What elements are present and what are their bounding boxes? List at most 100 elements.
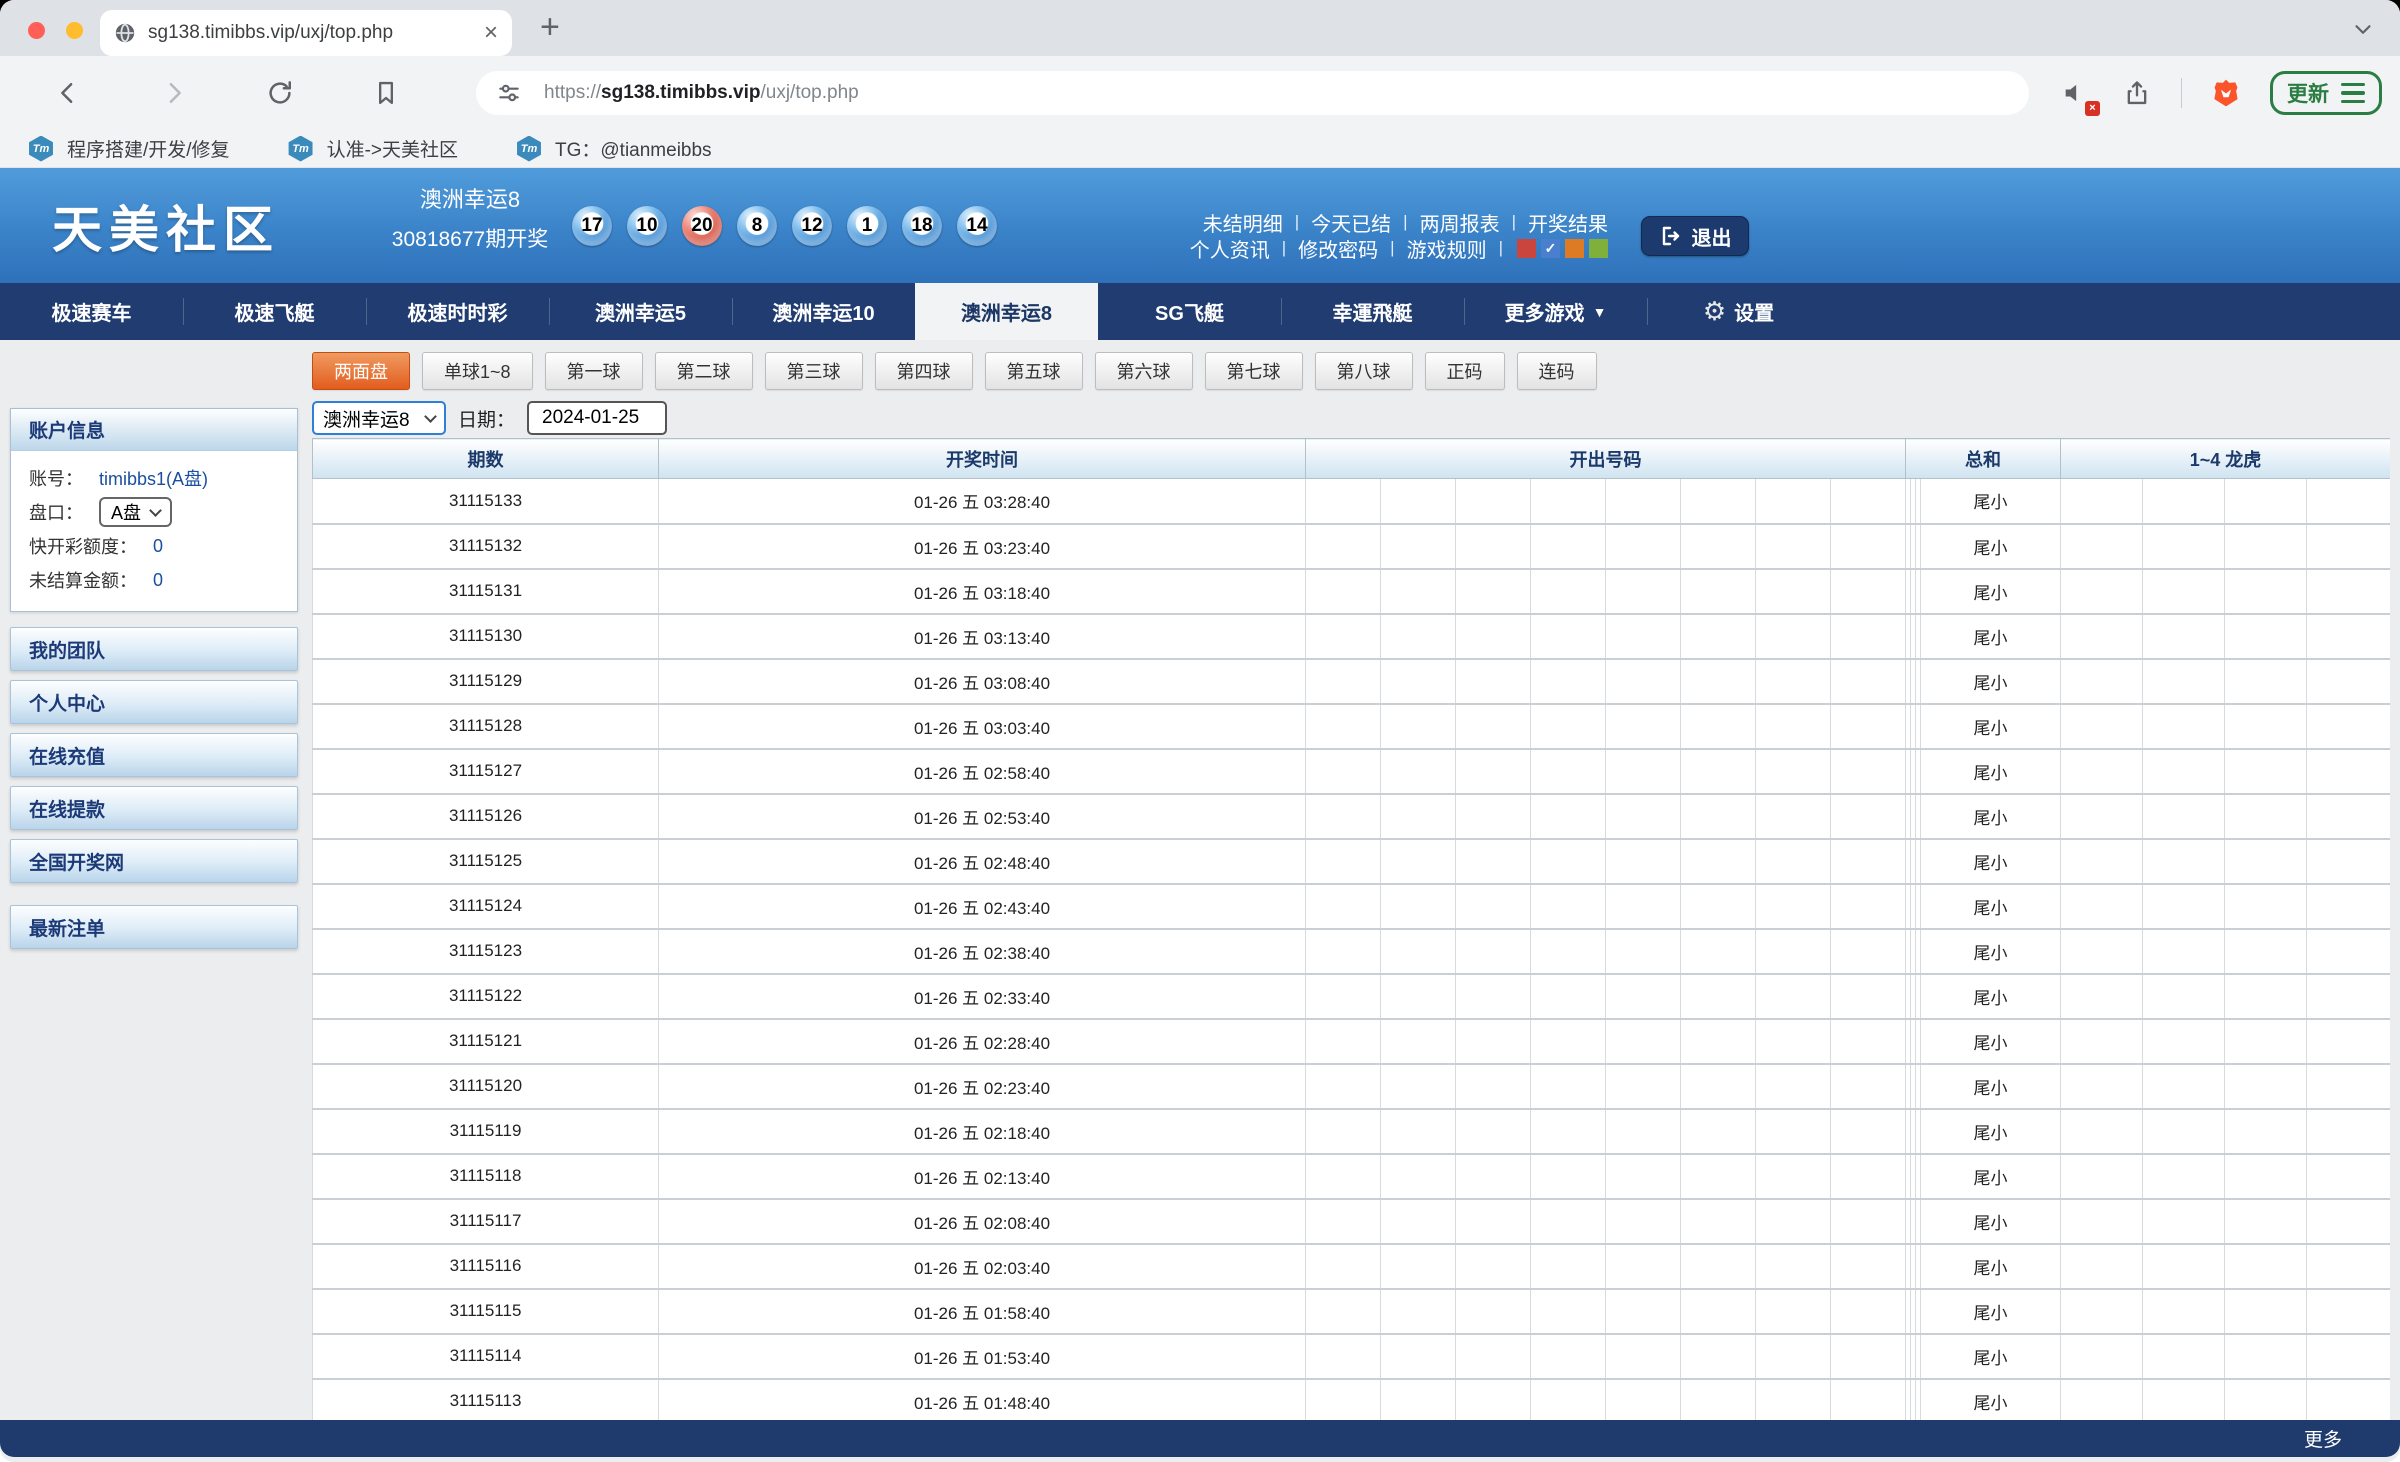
nav-tab-极速飞艇[interactable]: 极速飞艇 (183, 283, 366, 340)
bookmark-item-3[interactable]: TmTG：@tianmeibbs (516, 135, 712, 162)
number-cell (1681, 524, 1756, 569)
header-link-个人资讯[interactable]: 个人资讯 (1190, 234, 1270, 263)
number-cell (1531, 524, 1606, 569)
subnav-tab-正码[interactable]: 正码 (1425, 352, 1505, 390)
sidebar-item-我的团队[interactable]: 我的团队 (10, 627, 298, 671)
number-cell (1456, 1334, 1531, 1379)
nav-tab-澳洲幸运5[interactable]: 澳洲幸运5 (549, 283, 732, 340)
header-link-未结明细[interactable]: 未结明细 (1203, 208, 1283, 237)
subnav-tab-第五球[interactable]: 第五球 (985, 352, 1083, 390)
account-label: 账号： (29, 465, 83, 491)
subnav-tab-第八球[interactable]: 第八球 (1315, 352, 1413, 390)
plate-select[interactable]: A盘 (99, 497, 172, 527)
browser-tab[interactable]: sg138.timibbs.vip/uxj/top.php × (100, 10, 512, 56)
dragon-tiger-cell (2061, 1289, 2143, 1334)
new-tab-button[interactable]: + (540, 8, 560, 47)
tab-close-icon[interactable]: × (484, 21, 498, 45)
nav-tab-澳洲幸运8[interactable]: 澳洲幸运8 (915, 283, 1098, 340)
time-cell: 01-26 五 01:48:40 (659, 1379, 1306, 1423)
theme-color-swatch-3[interactable] (1565, 239, 1584, 258)
theme-color-swatch-4[interactable] (1589, 239, 1608, 258)
dragon-tiger-cell (2225, 479, 2307, 524)
nav-tab-极速时时彩[interactable]: 极速时时彩 (366, 283, 549, 340)
tab-muted-icon[interactable]: × (2057, 75, 2093, 111)
number-cell (1681, 1064, 1756, 1109)
back-button[interactable] (50, 75, 86, 111)
header-link-两周报表[interactable]: 两周报表 (1420, 208, 1500, 237)
header-link-修改密码[interactable]: 修改密码 (1298, 234, 1378, 263)
dragon-tiger-cell (2061, 1199, 2143, 1244)
dragon-tiger-cell (2061, 659, 2143, 704)
plate-row: 盘口： A盘 (29, 495, 297, 529)
brave-shields-icon[interactable] (2208, 75, 2244, 111)
subnav-tab-连码[interactable]: 连码 (1517, 352, 1597, 390)
bookmark-item-2[interactable]: Tm认准->天美社区 (288, 135, 458, 162)
minimize-window-button[interactable] (66, 22, 83, 39)
date-input[interactable]: 2024-01-25 (527, 401, 667, 435)
sidebar-item-在线提款[interactable]: 在线提款 (10, 786, 298, 830)
theme-color-swatch-2[interactable]: ✓ (1541, 239, 1560, 258)
sum-tail-cell: 尾小 (1921, 1199, 2061, 1244)
nav-tab-极速赛车[interactable]: 极速赛车 (0, 283, 183, 340)
number-cell (1306, 1289, 1381, 1334)
number-cell (1831, 1109, 1906, 1154)
sum-tail-cell: 尾小 (1921, 1109, 2061, 1154)
tab-search-chevron-icon[interactable] (2350, 16, 2376, 42)
header-link-今天已结[interactable]: 今天已结 (1311, 208, 1391, 237)
table-controls: 澳洲幸运8 日期： 2024-01-25 (312, 398, 2390, 438)
dragon-tiger-cell (2061, 479, 2143, 524)
nav-tab-设置[interactable]: ⚙设置 (1647, 283, 1830, 340)
col-issue: 期数 (313, 439, 659, 479)
forward-button[interactable] (156, 75, 192, 111)
subnav-tab-第二球[interactable]: 第二球 (655, 352, 753, 390)
subnav-tab-第三球[interactable]: 第三球 (765, 352, 863, 390)
number-cell (1531, 749, 1606, 794)
number-cell (1456, 794, 1531, 839)
number-cell (1831, 1334, 1906, 1379)
sum-tail-cell: 尾小 (1921, 1244, 2061, 1289)
logout-button[interactable]: 退出 (1641, 216, 1749, 256)
sidebar-item-全国开奖网[interactable]: 全国开奖网 (10, 839, 298, 883)
number-cell (1306, 749, 1381, 794)
share-icon[interactable] (2119, 75, 2155, 111)
subnav-tab-两面盘[interactable]: 两面盘 (312, 352, 410, 390)
nav-tab-幸運飛艇[interactable]: 幸運飛艇 (1281, 283, 1464, 340)
sidebar-item-最新注单[interactable]: 最新注单 (10, 905, 298, 949)
number-cell (1456, 1289, 1531, 1334)
number-cell (1756, 1199, 1831, 1244)
header-link-游戏规则[interactable]: 游戏规则 (1407, 234, 1487, 263)
dropdown-arrow-icon: ▼ (1593, 304, 1607, 320)
number-cell (1831, 659, 1906, 704)
footer-more-link[interactable]: 更多 (2304, 1425, 2342, 1452)
number-cell (1756, 1289, 1831, 1334)
reload-button[interactable] (262, 75, 298, 111)
number-cell (1381, 1289, 1456, 1334)
nav-tab-澳洲幸运10[interactable]: 澳洲幸运10 (732, 283, 915, 340)
header-link-开奖结果[interactable]: 开奖结果 (1528, 208, 1608, 237)
subnav-tab-单球1~8[interactable]: 单球1~8 (422, 352, 533, 390)
number-cell (1606, 1334, 1681, 1379)
browser-update-button[interactable]: 更新 (2270, 71, 2382, 115)
dragon-tiger-cell (2143, 884, 2225, 929)
sum-tail-cell: 尾小 (1921, 884, 2061, 929)
subnav-tab-第四球[interactable]: 第四球 (875, 352, 973, 390)
bookmark-item-1[interactable]: Tm程序搭建/开发/修复 (28, 135, 230, 162)
nav-tab-SG飞艇[interactable]: SG飞艇 (1098, 283, 1281, 340)
site-settings-icon[interactable] (496, 80, 522, 106)
subnav-tab-第一球[interactable]: 第一球 (545, 352, 643, 390)
game-select[interactable]: 澳洲幸运8 (312, 401, 446, 435)
subnav-tab-第七球[interactable]: 第七球 (1205, 352, 1303, 390)
sidebar-item-在线充值[interactable]: 在线充值 (10, 733, 298, 777)
bookmark-icon[interactable] (368, 75, 404, 111)
close-window-button[interactable] (28, 22, 45, 39)
theme-color-swatch-1[interactable] (1517, 239, 1536, 258)
url-bar[interactable]: https://sg138.timibbs.vip/uxj/top.php (476, 71, 2029, 115)
subnav-tab-第六球[interactable]: 第六球 (1095, 352, 1193, 390)
number-cell (1531, 614, 1606, 659)
number-cell (1831, 1379, 1906, 1423)
sidebar-item-个人中心[interactable]: 个人中心 (10, 680, 298, 724)
table-row: 3111511601-26 五 02:03:40尾小 (313, 1244, 2391, 1289)
number-cell (1531, 1064, 1606, 1109)
dragon-tiger-cell (2307, 1064, 2391, 1109)
nav-tab-更多游戏[interactable]: 更多游戏▼ (1464, 283, 1647, 340)
